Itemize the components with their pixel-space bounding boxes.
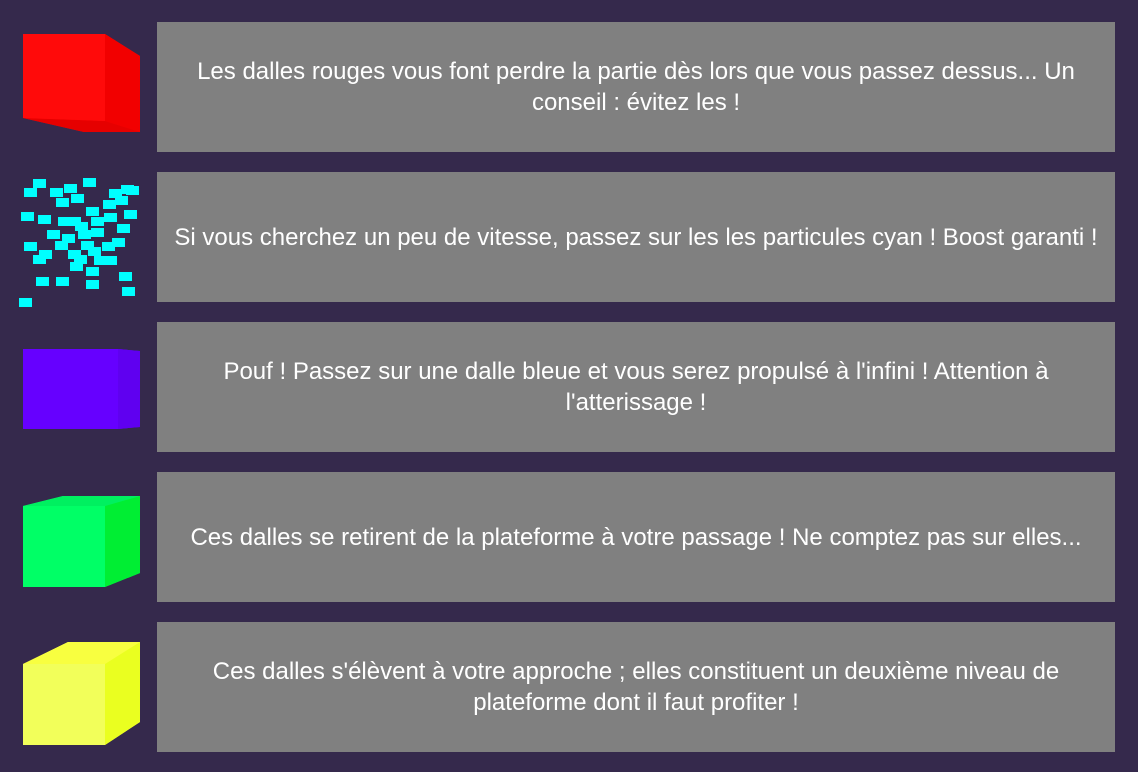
cyan-particle	[122, 287, 135, 296]
tile-description-panel: Ces dalles se retirent de la plateforme …	[157, 472, 1115, 602]
cyan-particle	[104, 213, 117, 222]
cyan-particle	[86, 267, 99, 276]
cyan-particle	[24, 242, 37, 251]
cyan-particle	[117, 224, 130, 233]
red-cube-icon	[18, 22, 144, 152]
tile-description-panel: Si vous cherchez un peu de vitesse, pass…	[157, 172, 1115, 302]
cyan-particle	[115, 196, 128, 205]
tile-row-cyan: Si vous cherchez un peu de vitesse, pass…	[0, 172, 1138, 307]
cyan-particle	[33, 255, 46, 264]
cyan-particle	[126, 186, 139, 195]
cyan-particle	[102, 242, 115, 251]
cyan-particle	[91, 228, 104, 237]
cyan-particle	[78, 230, 91, 239]
tile-description: Ces dalles s'élèvent à votre approche ; …	[212, 658, 1060, 716]
cyan-particle	[88, 247, 101, 256]
tile-description: Les dalles rouges vous font perdre la pa…	[197, 58, 1075, 116]
cyan-particle	[56, 277, 69, 286]
tile-description: Pouf ! Passez sur une dalle bleue et vou…	[223, 358, 1049, 416]
cyan-particle	[86, 280, 99, 289]
cyan-particle	[36, 277, 49, 286]
cyan-particle	[38, 215, 51, 224]
cyan-particle	[33, 179, 46, 188]
tile-description: Ces dalles se retirent de la plateforme …	[190, 523, 1082, 551]
cyan-particle	[21, 212, 34, 221]
cyan-particle	[91, 217, 104, 226]
cyan-particle	[83, 178, 96, 187]
yellow-cube-icon	[18, 622, 144, 752]
tile-row-red: Les dalles rouges vous font perdre la pa…	[0, 22, 1138, 152]
cyan-particle	[55, 241, 68, 250]
cyan-particle	[103, 200, 116, 209]
cyan-particle	[64, 184, 77, 193]
tile-description-panel: Les dalles rouges vous font perdre la pa…	[157, 22, 1115, 152]
tile-description-panel: Ces dalles s'élèvent à votre approche ; …	[157, 622, 1115, 752]
tile-row-blue: Pouf ! Passez sur une dalle bleue et vou…	[0, 322, 1138, 452]
cyan-particle	[119, 272, 132, 281]
cyan-particle	[50, 188, 63, 197]
cyan-particle	[24, 188, 37, 197]
cyan-particles-icon	[18, 172, 144, 307]
tile-description-panel: Pouf ! Passez sur une dalle bleue et vou…	[157, 322, 1115, 452]
tile-description: Si vous cherchez un peu de vitesse, pass…	[174, 223, 1098, 251]
cyan-particle	[86, 207, 99, 216]
cyan-particle	[75, 222, 88, 231]
tile-row-yellow: Ces dalles s'élèvent à votre approche ; …	[0, 622, 1138, 752]
blue-cube-icon	[18, 322, 144, 452]
cyan-particle	[124, 210, 137, 219]
cyan-particle	[56, 198, 69, 207]
cyan-particle	[70, 262, 83, 271]
green-cube-icon	[18, 472, 144, 602]
cyan-particle	[58, 217, 71, 226]
tile-row-green: Ces dalles se retirent de la plateforme …	[0, 472, 1138, 602]
cyan-particle	[104, 256, 117, 265]
cyan-particle	[47, 230, 60, 239]
cyan-particle	[71, 194, 84, 203]
cyan-particle	[19, 298, 32, 307]
